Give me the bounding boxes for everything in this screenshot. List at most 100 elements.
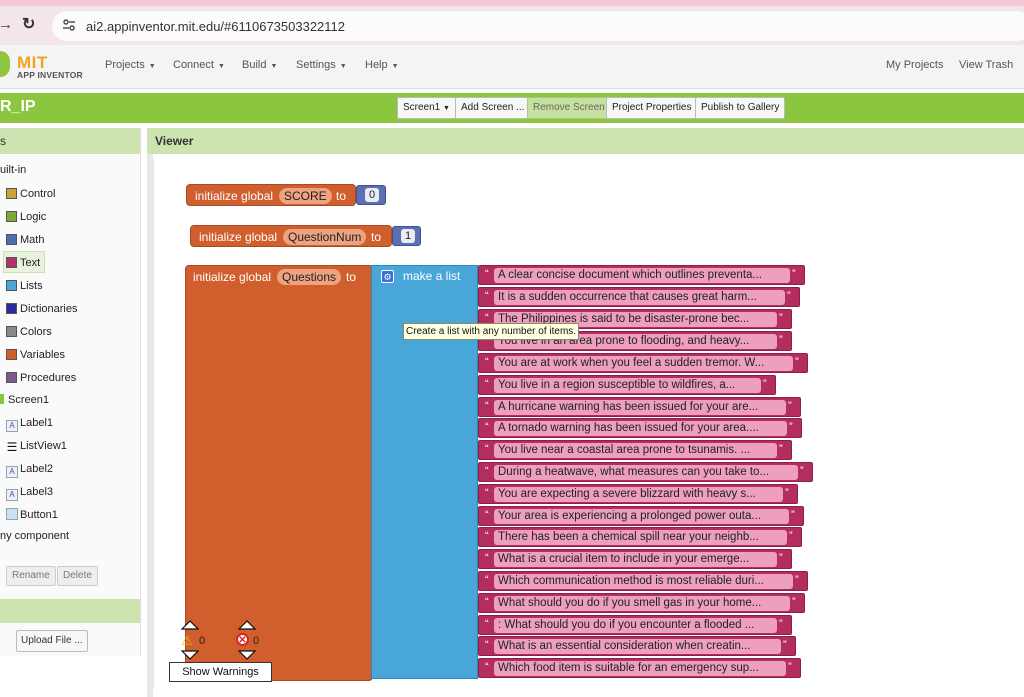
string-field[interactable]: A clear concise document which outlines … [494,268,790,283]
string-block[interactable]: “ There has been a chemical spill near yo… [478,527,802,547]
warning-icon: ⚠ [181,633,193,648]
screen-select[interactable]: Screen1 ▼ [397,97,456,119]
menu-label: Help [365,59,388,71]
string-field[interactable]: Which communication method is most relia… [494,574,793,589]
string-field[interactable]: There has been a chemical spill near you… [494,530,787,545]
logo-subtitle[interactable]: APP INVENTOR [17,70,83,80]
delete-button[interactable]: Delete [57,566,98,586]
close-quote-icon: ” [791,509,795,521]
string-field[interactable]: You are expecting a severe blizzard with… [494,487,783,502]
mutator-gear-icon[interactable]: ⚙ [381,270,394,283]
string-block[interactable]: “: What should you do if you encounter a… [478,615,792,635]
component-label2[interactable]: A Label2 [6,461,54,478]
category-math[interactable]: Math [6,232,44,248]
component-label3[interactable]: A Label3 [6,484,53,501]
my-projects-link[interactable]: My Projects [886,59,943,71]
string-field[interactable]: You live in a region susceptible to wild… [494,378,761,393]
publish-gallery-button[interactable]: Publish to Gallery [695,97,786,119]
category-control[interactable]: Control [6,186,55,202]
browser-toolbar: → ↻ ai2.appinventor.mit.edu/#61106735033… [0,0,1024,45]
category-procedures[interactable]: Procedures [6,370,76,386]
errors-next-arrow-icon[interactable] [238,650,256,660]
string-field[interactable]: You are at work when you feel a sudden t… [494,356,793,371]
string-field[interactable]: : What should you do if you encounter a … [494,618,777,633]
string-field[interactable]: What should you do if you smell gas in y… [494,596,790,611]
screen-select-label: Screen1 [403,102,441,113]
add-screen-button[interactable]: Add Screen ... [455,97,531,119]
close-quote-icon: ” [795,356,799,368]
string-block[interactable]: “ Your area is experiencing a prolonged p… [478,506,804,526]
string-block[interactable]: “ A tornado warning has been issued for y… [478,418,802,438]
category-label: Lists [20,280,43,292]
string-field[interactable]: What is an essential consideration when … [494,639,781,654]
init-questions-block[interactable]: initialize global Questions to [185,265,373,681]
string-block[interactable]: “ Which food item is suitable for an emer… [478,658,801,678]
string-block[interactable]: “ Which communication method is most reli… [478,571,808,591]
view-trash-link[interactable]: View Trash [959,59,1013,71]
number-block-questionnum[interactable]: 1 [392,226,421,246]
back-arrow-icon[interactable]: → [0,16,13,33]
component-label: Label2 [20,463,54,475]
string-block[interactable]: “ It is a sudden occurrence that causes g… [478,287,800,307]
close-quote-icon: ” [779,618,783,630]
menu-help[interactable]: Help ▼ [365,59,399,71]
site-settings-icon[interactable] [62,18,76,32]
string-field[interactable]: Which food item is suitable for an emerg… [494,661,786,676]
category-logic[interactable]: Logic [6,209,46,225]
collapse-toggle-icon[interactable] [0,394,4,404]
warnings-prev-arrow-icon[interactable] [181,620,199,630]
number-field[interactable]: 0 [365,188,379,202]
reload-icon[interactable]: ↻ [22,14,35,34]
string-block[interactable]: “ You live near a coastal area prone to t… [478,440,792,460]
string-field[interactable]: What is a crucial item to include in you… [494,552,777,567]
component-label1[interactable]: A Label1 [6,415,53,432]
remove-screen-button[interactable]: Remove Screen [527,97,611,119]
component-label: Button1 [20,509,58,521]
string-block[interactable]: “ A clear concise document which outlines… [478,265,805,285]
menu-build[interactable]: Build ▼ [242,59,277,71]
category-text[interactable]: Text [6,255,40,271]
show-warnings-button[interactable]: Show Warnings [169,662,272,682]
screen-node[interactable]: Screen1 [0,392,49,408]
menu-settings[interactable]: Settings ▼ [296,59,347,71]
variable-name-field[interactable]: QuestionNum [283,229,367,245]
warnings-next-arrow-icon[interactable] [181,650,199,660]
string-field[interactable]: A tornado warning has been issued for yo… [494,421,787,436]
upload-file-button[interactable]: Upload File ... [16,630,88,652]
string-block[interactable]: “ What should you do if you smell gas in … [478,593,805,613]
category-variables[interactable]: Variables [6,347,65,363]
open-quote-icon: “ [485,421,489,433]
string-block[interactable]: “ A hurricane warning has been issued for… [478,397,801,417]
menu-connect[interactable]: Connect ▼ [173,59,225,71]
string-block[interactable]: “ You are expecting a severe blizzard wit… [478,484,798,504]
component-listview1[interactable]: ☰ ListView1 [6,438,67,454]
rename-button[interactable]: Rename [6,566,56,586]
errors-prev-arrow-icon[interactable] [238,620,256,630]
category-colors[interactable]: Colors [6,324,52,340]
string-field[interactable]: It is a sudden occurrence that causes gr… [494,290,785,305]
init-questionnum-block[interactable]: initialize global QuestionNum to [190,225,392,247]
string-block[interactable]: “ What is an essential consideration whe… [478,636,796,656]
project-properties-button[interactable]: Project Properties [606,97,698,119]
category-dictionaries[interactable]: Dictionaries [6,301,77,317]
address-bar[interactable]: ai2.appinventor.mit.edu/#611067350332211… [52,11,1024,41]
string-block[interactable]: “ You are at work when you feel a sudden … [478,353,808,373]
url-text[interactable]: ai2.appinventor.mit.edu/#611067350332211… [86,19,345,34]
string-field[interactable]: Your area is experiencing a prolonged po… [494,509,789,524]
string-field[interactable]: A hurricane warning has been issued for … [494,400,786,415]
variable-name-field[interactable]: SCORE [279,188,332,204]
string-block[interactable]: “ During a heatwave, what measures can yo… [478,462,813,482]
number-block-score[interactable]: 0 [356,185,386,205]
string-block[interactable]: “ You live in a region susceptible to wil… [478,375,776,395]
string-block[interactable]: “ What is a crucial item to include in yo… [478,549,792,569]
string-field[interactable]: You live near a coastal area prone to ts… [494,443,777,458]
component-button1[interactable]: Button1 [6,507,58,523]
any-component[interactable]: ny component [0,528,69,544]
caret-down-icon: ▼ [443,105,450,112]
variable-name-field[interactable]: Questions [277,269,342,285]
number-field[interactable]: 1 [401,229,415,243]
category-lists[interactable]: Lists [6,278,43,294]
string-field[interactable]: During a heatwave, what measures can you… [494,465,798,480]
init-score-block[interactable]: initialize global SCORE to [186,184,356,206]
menu-projects[interactable]: Projects ▼ [105,59,156,71]
